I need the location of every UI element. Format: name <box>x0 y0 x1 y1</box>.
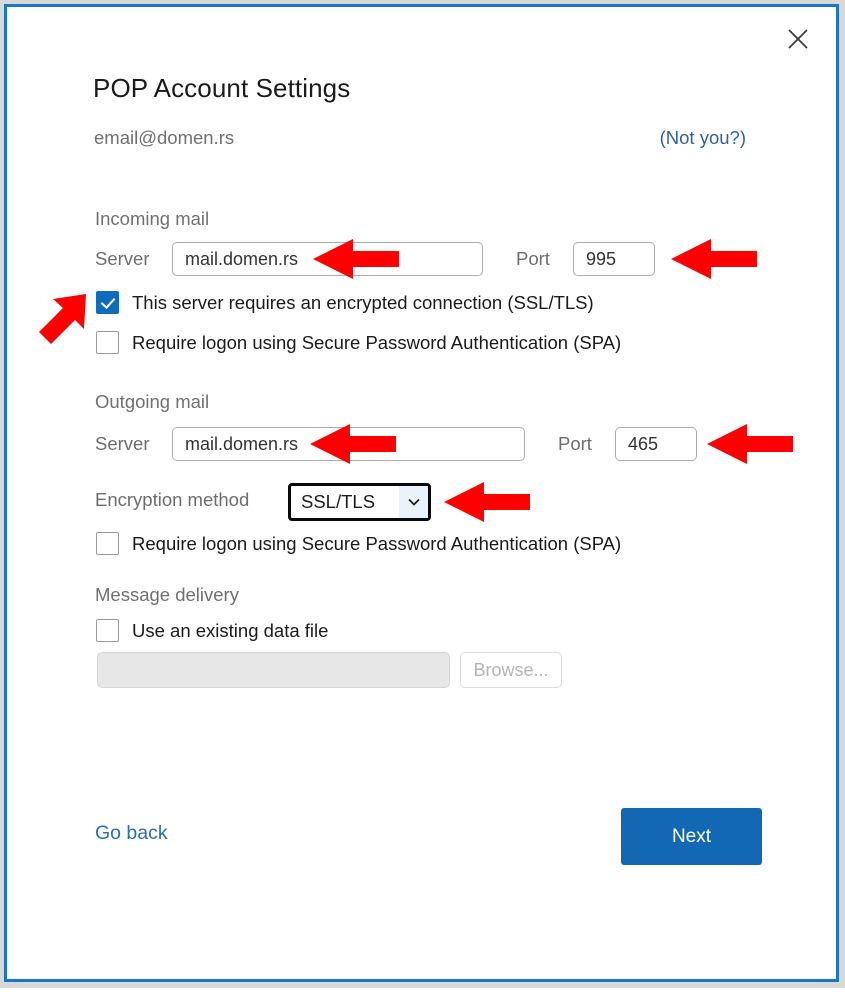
dialog-content: POP Account Settings email@domen.rs (Not… <box>7 7 836 979</box>
use-data-file-label: Use an existing data file <box>132 619 329 641</box>
encryption-method-value: SSL/TLS <box>301 491 376 512</box>
outgoing-server-label: Server <box>95 433 150 454</box>
next-button[interactable]: Next <box>621 808 762 865</box>
outgoing-spa-checkbox[interactable] <box>96 532 119 555</box>
pop-account-settings-window: POP Account Settings email@domen.rs (Not… <box>0 0 845 988</box>
outgoing-spa-checkbox-label: Require logon using Secure Password Auth… <box>132 532 622 554</box>
browse-button: Browse... <box>460 652 562 688</box>
outgoing-port-input[interactable] <box>615 427 697 461</box>
incoming-server-label: Server <box>95 248 150 269</box>
ssl-checkbox-label: This server requires an encrypted connec… <box>132 291 594 313</box>
incoming-server-input[interactable] <box>172 242 483 276</box>
ssl-checkbox[interactable] <box>96 291 119 314</box>
account-email: email@domen.rs <box>94 127 235 148</box>
outgoing-server-input[interactable] <box>172 427 525 461</box>
incoming-spa-checkbox-label: Require logon using Secure Password Auth… <box>132 331 622 353</box>
incoming-mail-heading: Incoming mail <box>95 208 210 229</box>
not-you-link[interactable]: (Not you?) <box>660 127 746 149</box>
ssl-checkbox-row[interactable]: This server requires an encrypted connec… <box>96 291 594 314</box>
incoming-port-input[interactable] <box>573 242 655 276</box>
incoming-spa-checkbox[interactable] <box>96 331 119 354</box>
encryption-method-dropdown[interactable]: SSL/TLS <box>288 483 431 521</box>
use-data-file-checkbox-row[interactable]: Use an existing data file <box>96 619 328 642</box>
use-data-file-checkbox[interactable] <box>96 619 119 642</box>
arrow-encryption-method <box>444 482 530 522</box>
incoming-spa-checkbox-row[interactable]: Require logon using Secure Password Auth… <box>96 331 621 354</box>
close-button[interactable] <box>778 20 818 58</box>
page-title: POP Account Settings <box>93 73 351 103</box>
arrow-ssl-checkbox <box>39 294 86 344</box>
message-delivery-heading: Message delivery <box>95 584 239 605</box>
go-back-link[interactable]: Go back <box>95 822 168 845</box>
window-frame: POP Account Settings email@domen.rs (Not… <box>4 4 839 982</box>
data-file-input <box>97 652 450 688</box>
arrow-incoming-port <box>671 239 757 279</box>
outgoing-mail-heading: Outgoing mail <box>95 391 210 412</box>
outgoing-spa-checkbox-row[interactable]: Require logon using Secure Password Auth… <box>96 532 621 555</box>
close-icon <box>787 28 809 50</box>
incoming-port-label: Port <box>516 248 550 269</box>
chevron-down-icon[interactable] <box>398 486 428 518</box>
arrow-outgoing-port <box>707 424 793 464</box>
outgoing-port-label: Port <box>558 433 592 454</box>
encryption-method-label: Encryption method <box>95 489 250 510</box>
